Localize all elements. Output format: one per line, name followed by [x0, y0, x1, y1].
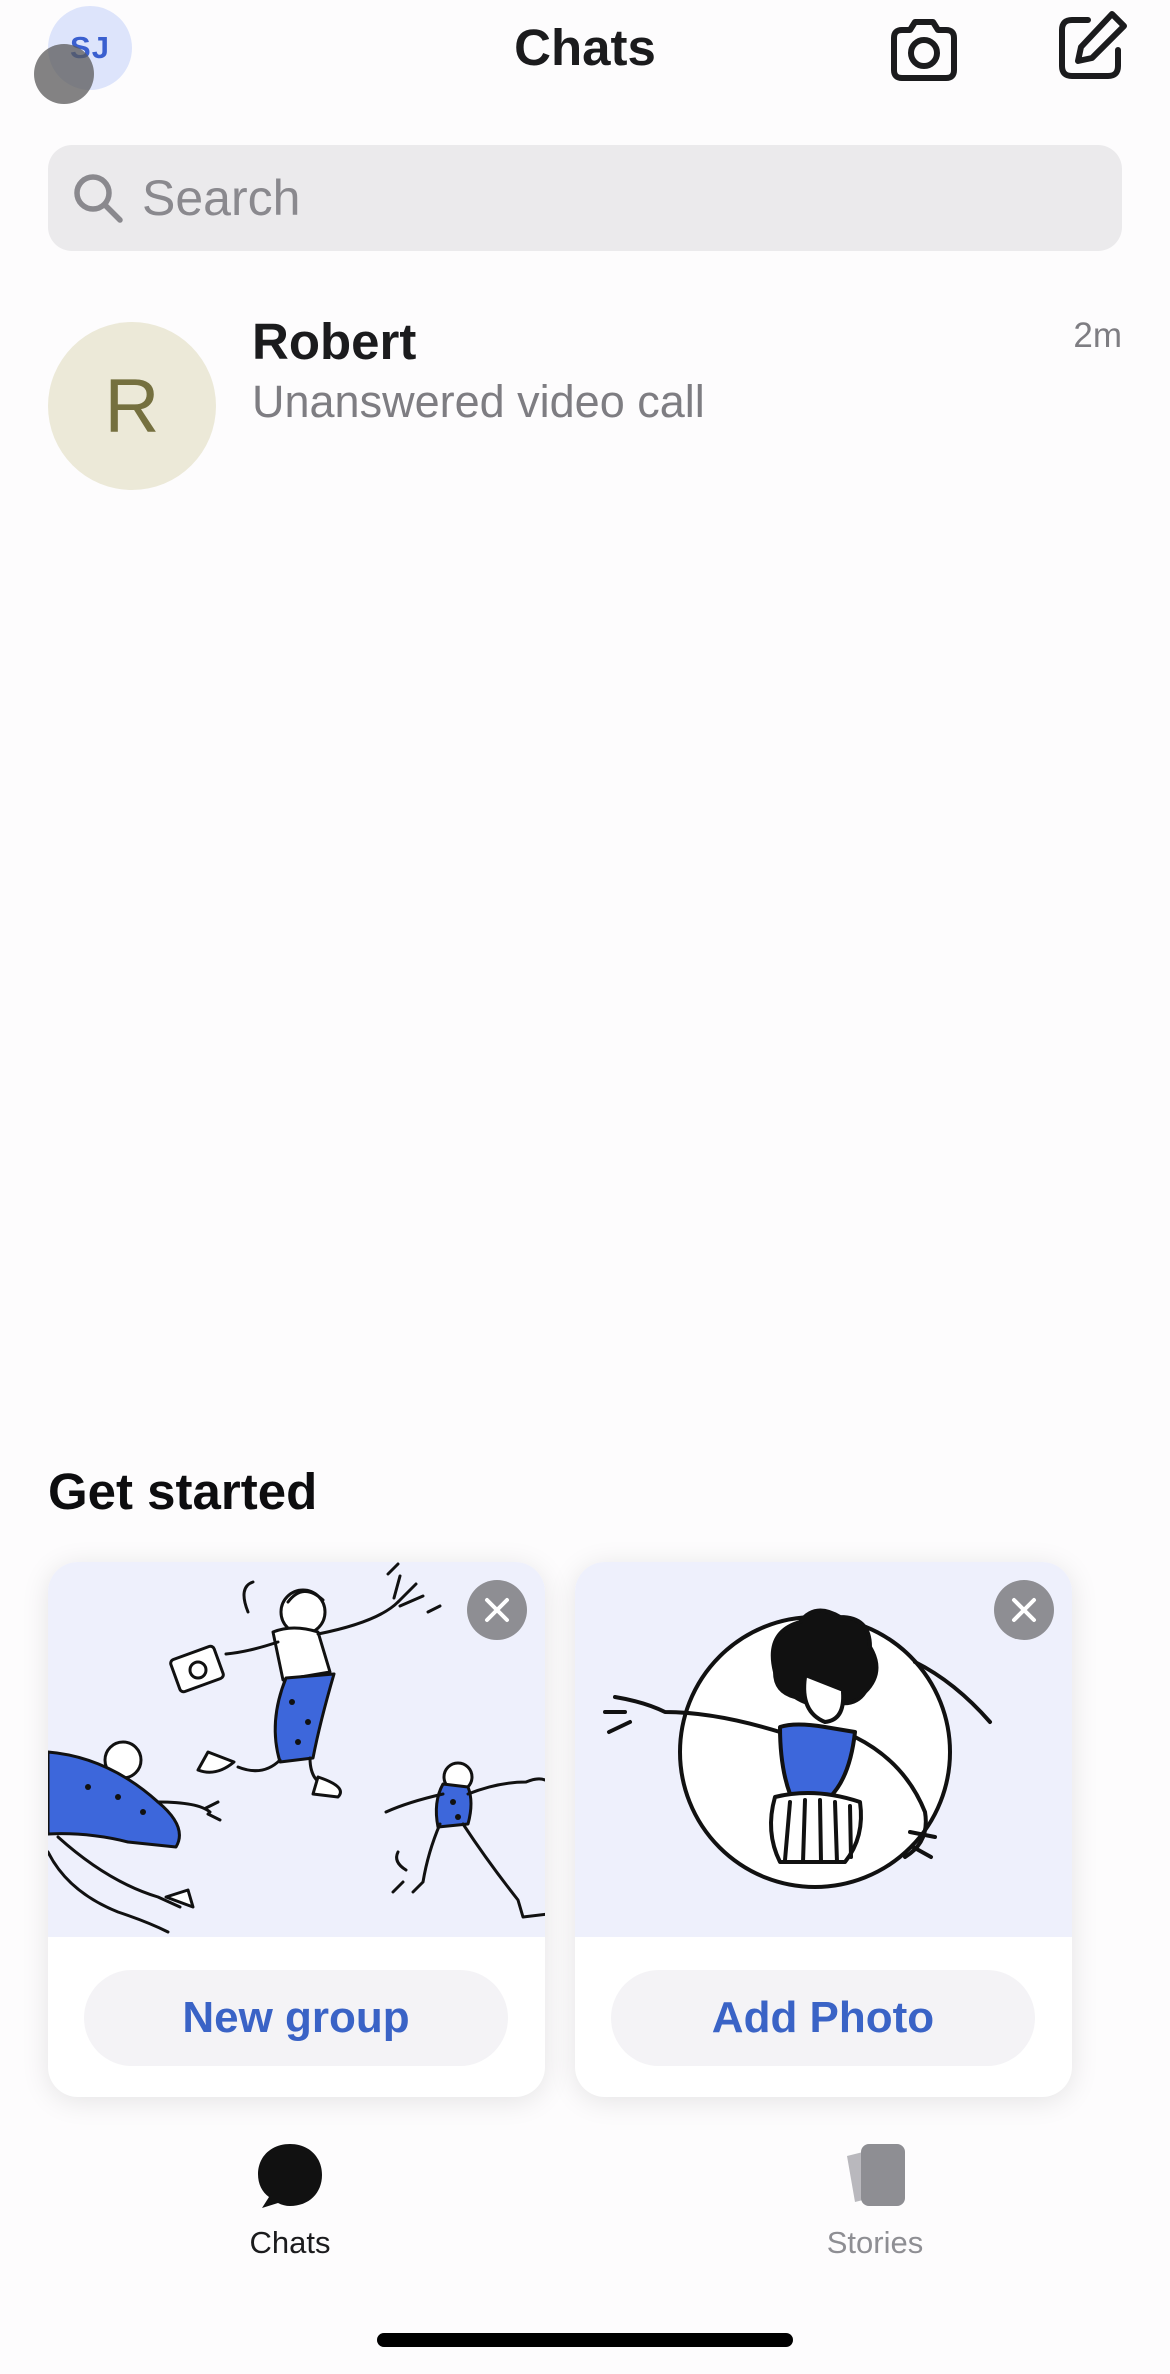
home-indicator[interactable] [377, 2333, 793, 2347]
add-photo-button[interactable]: Add Photo [611, 1970, 1035, 2066]
search-icon [74, 174, 123, 223]
compose-button[interactable] [1050, 6, 1132, 88]
chat-message-preview: Unanswered video call [252, 376, 705, 427]
tab-stories-label: Stories [826, 2225, 924, 2260]
camera-icon [891, 19, 957, 81]
page-title: Chats [514, 19, 656, 76]
chat-bubble-icon [258, 2144, 322, 2208]
compose-icon [1059, 11, 1127, 79]
tab-chats[interactable]: Chats [180, 2140, 400, 2261]
new-group-button[interactable]: New group [84, 1970, 508, 2066]
new-group-card: New group [48, 1562, 545, 2097]
camera-button[interactable] [884, 10, 964, 90]
close-icon [485, 1598, 509, 1622]
chat-contact-name: Robert [252, 313, 417, 370]
chat-avatar: R [48, 322, 216, 490]
stories-icon [847, 2144, 905, 2206]
tab-chats-label: Chats [249, 2225, 331, 2260]
get-started-heading: Get started [48, 1463, 318, 1520]
close-icon [1012, 1598, 1036, 1622]
dismiss-new-group-button[interactable] [467, 1580, 527, 1640]
chat-timestamp: 2m [1073, 316, 1122, 355]
search-bar[interactable] [48, 145, 1122, 251]
add-photo-card: Add Photo [575, 1562, 1072, 2097]
tab-stories[interactable]: Stories [765, 2140, 985, 2261]
chat-list-item[interactable]: R Robert Unanswered video call 2m [0, 300, 1170, 500]
search-input[interactable] [142, 169, 1042, 227]
dismiss-add-photo-button[interactable] [994, 1580, 1054, 1640]
